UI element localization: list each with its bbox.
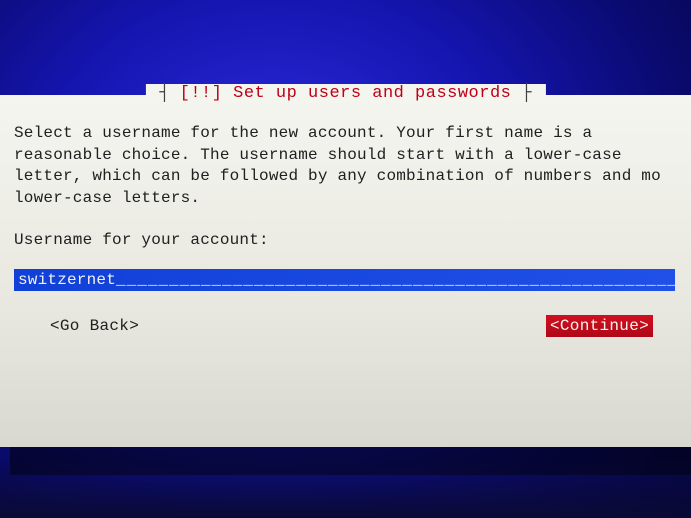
installer-dialog: ┤ [!!] Set up users and passwords ├ Sele…: [0, 95, 691, 447]
username-prompt-label: Username for your account:: [14, 231, 675, 249]
dialog-body-text: Select a username for the new account. Y…: [14, 123, 675, 209]
dialog-title-bar: ┤ [!!] Set up users and passwords ├: [145, 84, 545, 103]
dialog-title: [!!] Set up users and passwords: [174, 84, 518, 103]
username-input-value: switzernet: [18, 271, 116, 289]
title-left-pipe: ┤: [155, 84, 173, 103]
continue-button[interactable]: <Continue>: [546, 315, 653, 337]
input-padding: ________________________________________…: [116, 271, 675, 289]
button-row: <Go Back> <Continue>: [14, 315, 675, 337]
title-right-pipe: ├: [517, 84, 535, 103]
go-back-button[interactable]: <Go Back>: [50, 317, 139, 335]
desktop-background: [0, 458, 691, 518]
username-input[interactable]: switzernet______________________________…: [14, 269, 675, 291]
